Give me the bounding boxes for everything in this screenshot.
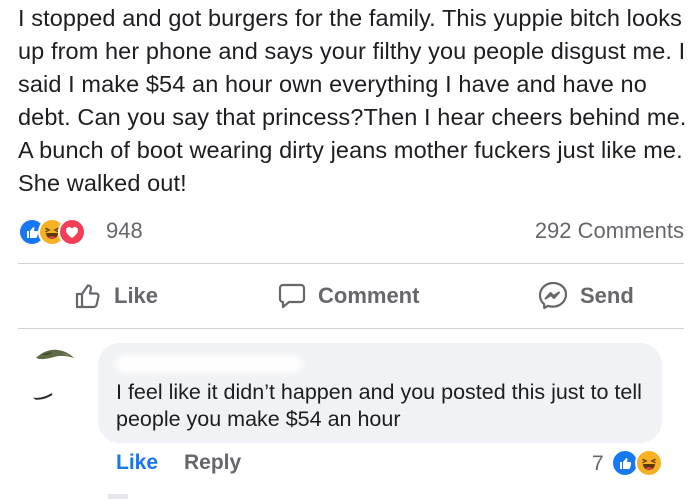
like-button-label: Like	[114, 283, 159, 308]
divider	[18, 328, 684, 329]
next-comment-stub	[108, 494, 128, 499]
comment-reply-link[interactable]: Reply	[184, 451, 241, 475]
comment-bubble: I feel like it didn’t happen and you pos…	[98, 343, 662, 443]
send-button[interactable]: Send	[536, 278, 634, 314]
comment-reactions[interactable]: 7	[592, 448, 668, 480]
reaction-count[interactable]: 948	[106, 218, 143, 244]
comments-count-link[interactable]: 292 Comments	[535, 218, 684, 244]
post-actions-bar: Like Comment Send	[18, 268, 684, 326]
messenger-icon	[538, 281, 568, 310]
haha-reaction-icon	[635, 449, 663, 477]
commenter-name-redacted[interactable]	[116, 355, 302, 373]
comment-text: I feel like it didn’t happen and you pos…	[116, 380, 642, 431]
comment-bubble-icon	[278, 283, 306, 309]
comment-reaction-count: 7	[592, 452, 604, 475]
commenter-avatar[interactable]	[22, 340, 88, 406]
like-button[interactable]: Like	[72, 278, 158, 314]
post-body-text: I stopped and got burgers for the family…	[18, 5, 687, 196]
thumbs-up-icon	[75, 284, 100, 309]
divider	[18, 263, 684, 264]
reactions-summary[interactable]: 948 292 Comments	[18, 216, 684, 248]
reaction-icons[interactable]	[18, 216, 106, 248]
comment-button-label: Comment	[318, 283, 420, 308]
comment-button[interactable]: Comment	[276, 278, 419, 314]
love-reaction-icon	[58, 218, 86, 246]
comment-like-link[interactable]: Like	[116, 451, 158, 475]
send-button-label: Send	[580, 283, 634, 308]
